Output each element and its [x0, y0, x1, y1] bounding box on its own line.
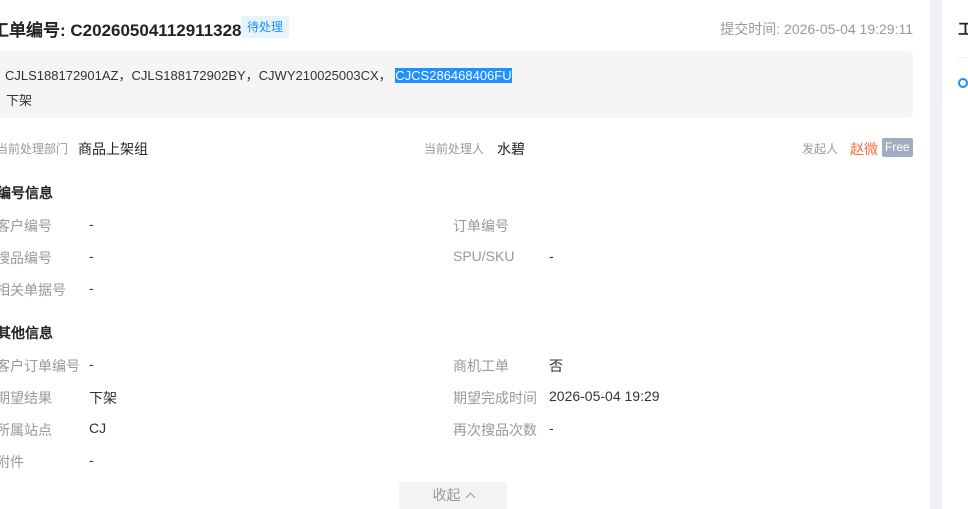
search-count-label: 再次搜品次数 — [453, 422, 537, 438]
dept-value: 商品上架组 — [78, 141, 148, 157]
description-codes[interactable]: CJLS188172901AZ，CJLS188172902BY，CJWY2100… — [5, 65, 512, 84]
side-panel: 工 — [942, 0, 968, 509]
side-panel-title: 工 — [958, 21, 968, 38]
timeline-dot-icon — [958, 78, 968, 88]
codes-plain: CJLS188172901AZ，CJLS188172902BY，CJWY2100… — [5, 68, 392, 83]
spu-sku-label: SPU/SKU — [453, 248, 515, 264]
initiator-name[interactable]: 赵微 — [850, 139, 878, 159]
expected-result-value: 下架 — [89, 390, 117, 406]
codes-selected[interactable]: CJCS286468406FU — [395, 68, 512, 83]
initiator-label: 发起人 — [802, 142, 839, 156]
spu-sku-value: - — [549, 248, 554, 264]
search-count-value: - — [549, 420, 554, 436]
product-no-value: - — [89, 248, 94, 264]
description-action: 下架 — [6, 93, 33, 108]
biz-order-label: 商机工单 — [453, 358, 509, 374]
expected-time-label: 期望完成时间 — [453, 390, 537, 406]
section-title-numbers: 编号信息 — [0, 185, 53, 201]
handler-value: 水碧 — [497, 141, 525, 157]
dept-label: 当前处理部门 — [0, 142, 69, 156]
collapse-button[interactable]: 收起 — [399, 482, 507, 509]
site-label: 所属站点 — [0, 422, 52, 438]
expected-time-value: 2026-05-04 19:29 — [549, 388, 660, 404]
expected-result-label: 期望结果 — [0, 390, 52, 406]
attachment-value: - — [89, 452, 94, 468]
status-badge: 待处理 — [241, 16, 290, 38]
site-value: CJ — [89, 420, 107, 436]
side-divider — [958, 57, 968, 58]
customer-order-value: - — [89, 356, 94, 372]
chevron-up-icon — [465, 492, 475, 503]
work-order-title: 工单编号: C202605041129113281 — [0, 21, 251, 40]
customer-no-value: - — [89, 216, 94, 232]
related-doc-value: - — [89, 280, 94, 296]
collapse-label: 收起 — [432, 487, 461, 503]
handler-label: 当前处理人 — [424, 142, 485, 156]
order-no-label: 订单编号 — [453, 218, 509, 234]
description-box: CJLS188172901AZ，CJLS188172902BY，CJWY2100… — [0, 51, 913, 118]
customer-no-label: 客户编号 — [0, 218, 52, 234]
attachment-label: 附件 — [0, 454, 24, 470]
customer-order-label: 客户订单编号 — [0, 358, 80, 374]
initiator-tag: Free — [882, 138, 913, 157]
related-doc-label: 相关单据号 — [0, 282, 66, 298]
panel-divider — [930, 0, 942, 509]
biz-order-value: 否 — [549, 358, 563, 374]
product-no-label: 搜品编号 — [0, 250, 52, 266]
work-order-detail-panel: 工单编号: C202605041129113281 待处理 提交时间: 2026… — [0, 0, 930, 509]
submit-time: 提交时间: 2026-05-04 19:29:11 — [720, 21, 913, 37]
section-title-other: 其他信息 — [0, 325, 53, 341]
